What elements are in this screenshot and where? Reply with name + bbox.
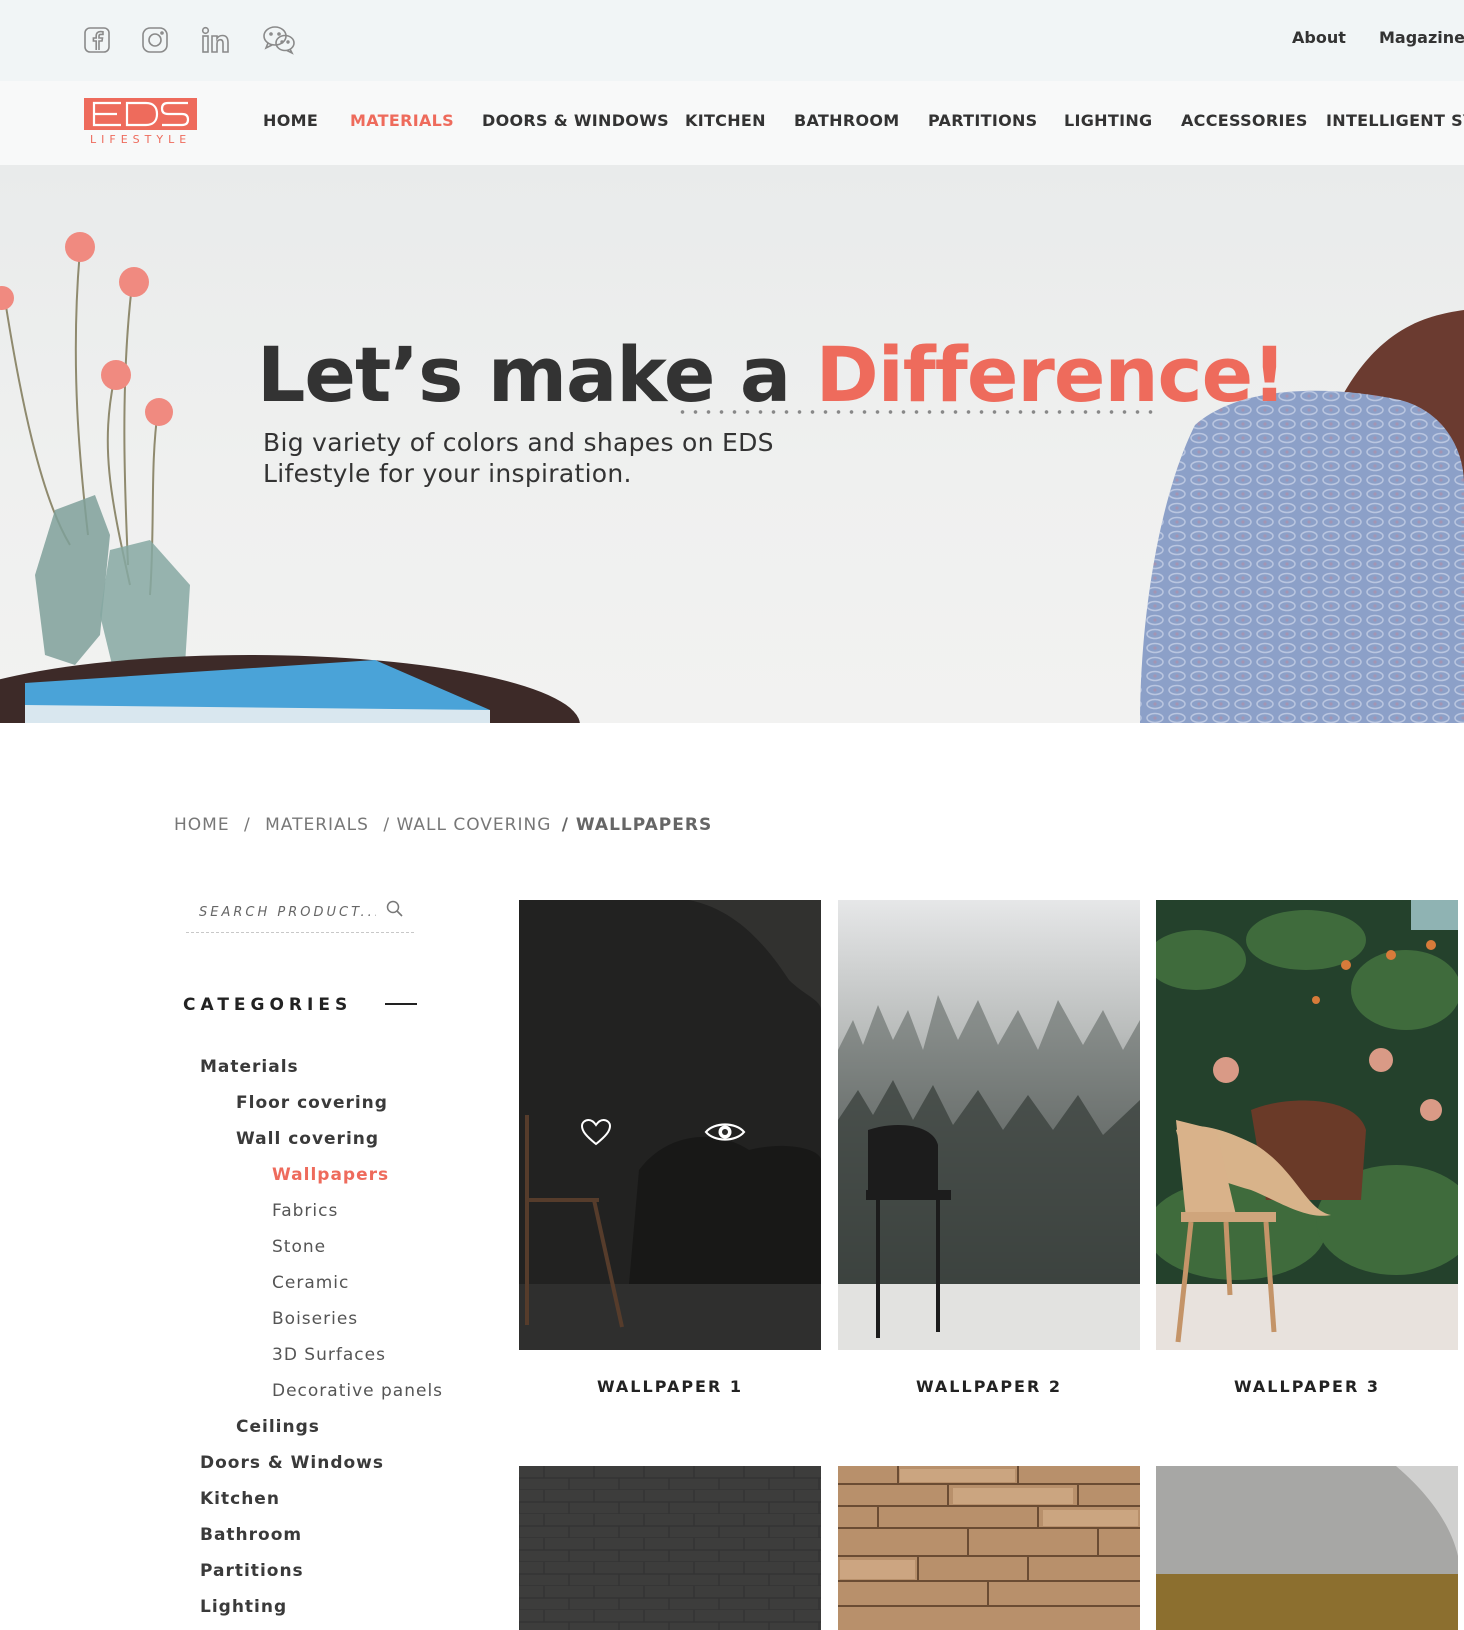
category-floor-covering[interactable]: Floor covering <box>236 1093 388 1113</box>
search-icon[interactable] <box>386 900 404 922</box>
main-navigation: LIFESTYLE HOME MATERIALS DOORS & WINDOWS… <box>0 81 1464 165</box>
search-input[interactable] <box>186 895 376 929</box>
category-ceramic[interactable]: Ceramic <box>272 1273 349 1293</box>
product-image-stone <box>838 1466 1140 1630</box>
category-partitions[interactable]: Partitions <box>200 1561 304 1581</box>
category-kitchen[interactable]: Kitchen <box>200 1489 280 1509</box>
nav-bathroom[interactable]: BATHROOM <box>794 111 900 130</box>
category-doors-windows[interactable]: Doors & Windows <box>200 1453 384 1473</box>
category-bathroom[interactable]: Bathroom <box>200 1525 302 1545</box>
category-lighting[interactable]: Lighting <box>200 1597 287 1617</box>
hero-dotted-underline <box>676 410 1156 414</box>
categories-title: CATEGORIES <box>183 995 353 1015</box>
product-card-stone-wallpaper[interactable] <box>838 1466 1140 1630</box>
nav-doors-windows[interactable]: DOORS & WINDOWS <box>482 111 669 130</box>
instagram-icon[interactable] <box>141 24 169 56</box>
category-fabrics[interactable]: Fabrics <box>272 1201 338 1221</box>
nav-home[interactable]: HOME <box>263 111 318 130</box>
breadcrumb: HOME / MATERIALS / WALL COVERING / WALLP… <box>174 815 712 835</box>
product-image-concrete <box>1156 1466 1458 1630</box>
hero-headline: Let’s make a Difference! <box>257 330 1287 419</box>
product-card-wallpaper-3[interactable] <box>1156 900 1458 1350</box>
breadcrumb-home[interactable]: HOME <box>174 815 230 835</box>
hero-subtitle: Big variety of colors and shapes on EDS … <box>263 428 774 488</box>
magazine-link[interactable]: Magazine <box>1379 28 1464 47</box>
product-image-wallpaper-1 <box>519 900 821 1350</box>
heart-icon[interactable] <box>580 1118 612 1146</box>
category-wall-covering[interactable]: Wall covering <box>236 1129 379 1149</box>
logo-mark <box>84 98 197 130</box>
product-card-concrete-wallpaper[interactable] <box>1156 1466 1458 1630</box>
hero-headline-main: Let’s make a <box>257 330 816 419</box>
product-name-wallpaper-2[interactable]: WALLPAPER 2 <box>838 1377 1140 1396</box>
breadcrumb-wall-covering[interactable]: / WALL COVERING <box>383 815 551 835</box>
product-card-wallpaper-2[interactable] <box>838 900 1140 1350</box>
nav-intelligent-systems[interactable]: INTELLIGENT SYS <box>1326 111 1464 130</box>
product-card-brick-wallpaper[interactable] <box>519 1466 821 1630</box>
product-name-wallpaper-3[interactable]: WALLPAPER 3 <box>1156 1377 1458 1396</box>
product-search <box>186 895 414 933</box>
breadcrumb-separator: / <box>243 815 251 835</box>
nav-accessories[interactable]: ACCESSORIES <box>1181 111 1308 130</box>
hero-headline-accent: Difference! <box>815 330 1287 419</box>
linkedin-icon[interactable] <box>201 24 231 56</box>
product-image-wallpaper-2 <box>838 900 1140 1350</box>
product-name-wallpaper-1[interactable]: WALLPAPER 1 <box>519 1377 821 1396</box>
category-wallpapers[interactable]: Wallpapers <box>272 1165 389 1185</box>
eye-icon[interactable] <box>704 1119 746 1145</box>
top-bar: About Magazine <box>0 0 1464 81</box>
category-ceilings[interactable]: Ceilings <box>236 1417 320 1437</box>
wechat-icon[interactable] <box>262 24 296 56</box>
nav-lighting[interactable]: LIGHTING <box>1064 111 1152 130</box>
eds-lifestyle-logo[interactable]: LIFESTYLE <box>84 98 197 146</box>
nav-partitions[interactable]: PARTITIONS <box>928 111 1038 130</box>
breadcrumb-current: / WALLPAPERS <box>561 815 713 835</box>
product-card-wallpaper-1[interactable] <box>519 900 821 1350</box>
product-image-brick <box>519 1466 821 1630</box>
breadcrumb-materials[interactable]: MATERIALS <box>265 815 369 835</box>
nav-materials[interactable]: MATERIALS <box>350 111 454 130</box>
hero-banner: Let’s make a Difference! Big variety of … <box>0 165 1464 723</box>
nav-kitchen[interactable]: KITCHEN <box>685 111 766 130</box>
category-decorative-panels[interactable]: Decorative panels <box>272 1381 443 1401</box>
logo-tagline: LIFESTYLE <box>90 133 192 146</box>
product-image-wallpaper-3 <box>1156 900 1458 1350</box>
category-materials[interactable]: Materials <box>200 1057 299 1077</box>
categories-collapse-toggle[interactable] <box>385 1003 417 1005</box>
category-3d-surfaces[interactable]: 3D Surfaces <box>272 1345 386 1365</box>
about-link[interactable]: About <box>1292 28 1346 47</box>
category-boiseries[interactable]: Boiseries <box>272 1309 358 1329</box>
facebook-icon[interactable] <box>83 24 111 56</box>
category-stone[interactable]: Stone <box>272 1237 326 1257</box>
